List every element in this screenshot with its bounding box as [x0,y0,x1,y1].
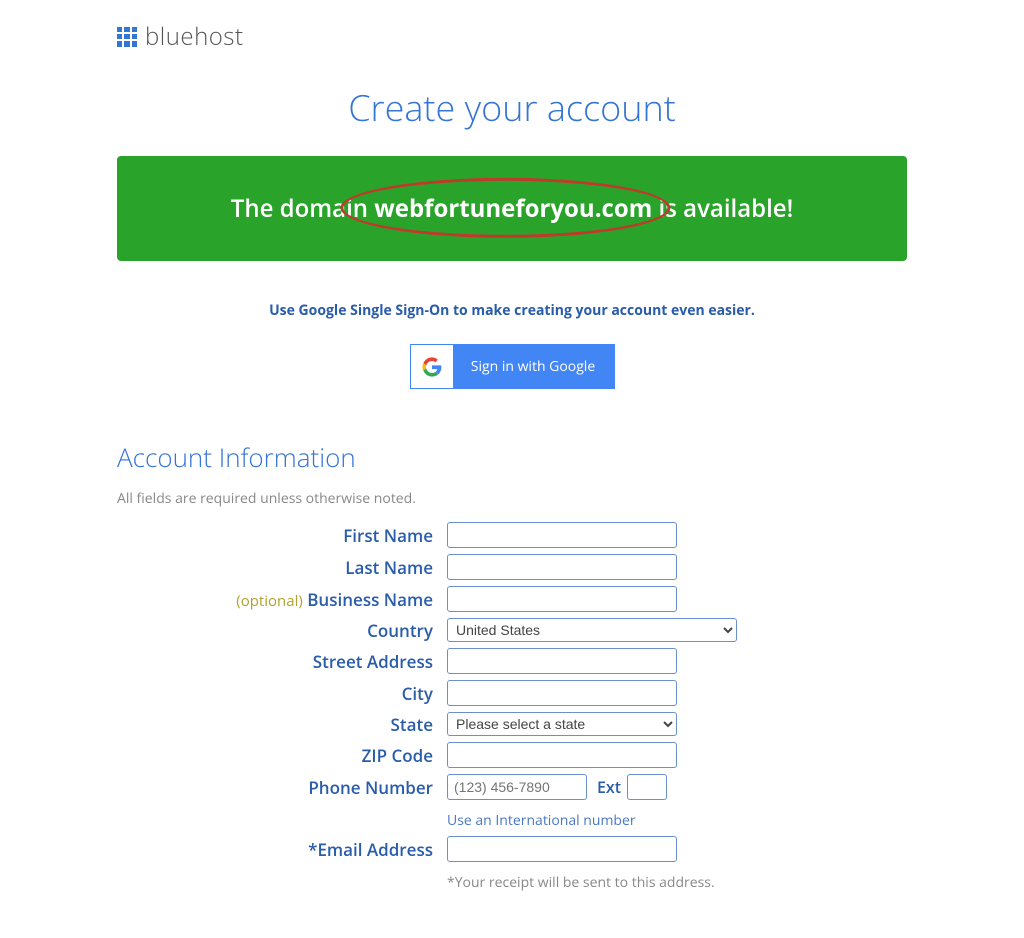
google-icon [411,345,453,388]
zip-label: ZIP Code [117,744,447,767]
brand-name: bluehost [145,20,244,53]
email-label: *Email Address [117,838,447,861]
google-signin-button[interactable]: Sign in with Google [410,344,615,389]
availability-banner: The domain webfortuneforyou.com is avail… [117,156,907,261]
phone-label: Phone Number [117,776,447,799]
last-name-label: Last Name [117,556,447,579]
section-subtitle: All fields are required unless otherwise… [117,489,907,508]
state-label: State [117,713,447,736]
street-field[interactable] [447,648,677,674]
phone-ext-label: Ext [597,776,621,798]
phone-ext-field[interactable] [627,774,667,800]
business-name-label-text: Business Name [307,588,433,611]
email-note: *Your receipt will be sent to this addre… [447,873,715,892]
phone-field[interactable] [447,774,587,800]
brand-logo: bluehost [117,20,907,53]
banner-prefix: The domain [231,192,374,225]
last-name-field[interactable] [447,554,677,580]
business-name-field[interactable] [447,586,677,612]
google-signin-label: Sign in with Google [453,345,614,388]
first-name-field[interactable] [447,522,677,548]
first-name-label: First Name [117,524,447,547]
street-label: Street Address [117,650,447,673]
section-title: Account Information [117,439,907,475]
optional-tag: (optional) [236,591,303,611]
intl-number-link[interactable]: Use an International number [447,811,636,830]
country-label: Country [117,619,447,642]
banner-domain: webfortuneforyou.com [374,192,652,225]
zip-field[interactable] [447,742,677,768]
city-field[interactable] [447,680,677,706]
state-select[interactable]: Please select a state [447,712,677,736]
business-name-label: (optional) Business Name [117,588,447,611]
email-field[interactable] [447,836,677,862]
banner-suffix: is available! [652,192,793,225]
grid-icon [117,27,137,47]
page-title: Create your account [117,83,907,132]
city-label: City [117,682,447,705]
country-select[interactable]: United States [447,618,737,642]
sso-prompt: Use Google Single Sign-On to make creati… [117,301,907,320]
